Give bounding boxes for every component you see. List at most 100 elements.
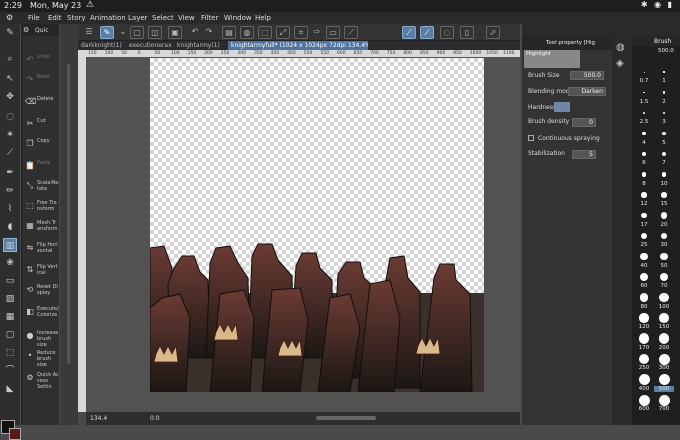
text-icon[interactable]: ◣ — [3, 382, 17, 396]
selection-icon[interactable]: ⬚ — [258, 26, 272, 39]
menu-layer[interactable]: Layer — [128, 14, 148, 22]
brush-size-dot[interactable] — [643, 71, 645, 73]
brush-size-dot[interactable] — [662, 91, 666, 94]
app-menu-icon[interactable]: ⚙ — [6, 13, 13, 22]
undo-button[interactable]: ↶ Undo — [23, 52, 59, 70]
eraser-icon[interactable]: ▭ — [3, 274, 17, 288]
new-icon[interactable]: ▢ — [130, 26, 144, 39]
cut-button[interactable]: ✂ Cut — [23, 116, 59, 134]
menu-select[interactable]: Select — [152, 14, 174, 22]
stabilization-field[interactable]: 5 — [572, 150, 596, 159]
blending-mode-select[interactable]: Darken — [568, 87, 606, 96]
brush-size-dot[interactable] — [659, 272, 669, 282]
execute-colorize-button[interactable]: ◧ Execute/ Colorize — [23, 304, 59, 322]
brush-density-field[interactable]: 0 — [572, 118, 596, 127]
brush-size-dot[interactable] — [638, 353, 650, 365]
hamburger-icon[interactable]: ☰ — [82, 26, 96, 39]
export-icon[interactable]: ⬀ — [486, 26, 500, 39]
crop-icon[interactable]: ⌗ — [294, 26, 308, 39]
zoom-icon[interactable]: ⌕ — [3, 52, 17, 66]
tab-darkknight[interactable]: darkknight(1) — [78, 41, 124, 50]
delete-button[interactable]: ⌫ Delete — [23, 94, 59, 112]
decoration-icon[interactable]: ❀ — [3, 256, 17, 270]
increase-brush-size-button[interactable]: ● Increase brush size — [23, 328, 59, 348]
reset-display-button[interactable]: ⟲ Reset Di splay — [23, 282, 59, 300]
brush-size-dot[interactable] — [639, 313, 649, 323]
save-icon[interactable]: ▣ — [168, 26, 182, 39]
brush-size-dot[interactable] — [640, 232, 648, 240]
magic-wand-icon[interactable]: ✶ — [3, 128, 17, 142]
brush-size-dot[interactable] — [638, 374, 650, 385]
eyedropper-icon[interactable]: ⟋ — [3, 146, 17, 160]
pen-icon[interactable]: ✒ — [3, 166, 17, 180]
brush-size-dot[interactable] — [660, 212, 668, 219]
arrow-right-icon[interactable]: ⇨ — [310, 26, 324, 39]
brush-size-field[interactable]: 500.0 — [570, 71, 604, 80]
redo-toolbar-icon[interactable]: ↷ — [202, 26, 216, 39]
brush-size-dot[interactable] — [639, 293, 649, 302]
tablet-icon[interactable]: ▯ — [460, 26, 474, 39]
transform-toolbar-icon[interactable]: ⤢ — [276, 26, 290, 39]
flip-horizontal-button[interactable]: ⇋ Flip Hori zontal — [23, 240, 59, 258]
lasso-icon[interactable]: ◌ — [3, 110, 17, 124]
horizontal-scrollbar[interactable] — [316, 416, 376, 420]
frame-icon[interactable]: ⬚ — [3, 346, 17, 360]
zoom-value[interactable]: 134.4 — [90, 415, 107, 422]
brush-size-dot[interactable] — [638, 394, 650, 406]
operation-icon[interactable]: ↖ — [3, 72, 17, 86]
ruler-icon[interactable]: ⌒ — [3, 364, 17, 378]
gradient-icon[interactable]: ▦ — [3, 310, 17, 324]
brush-size-dot[interactable] — [659, 313, 669, 323]
brush-size-dot[interactable] — [638, 333, 650, 344]
fill-icon[interactable]: ▨ — [3, 292, 17, 306]
flip-vertical-button[interactable]: ⇅ Flip Vert ical — [23, 262, 59, 280]
sub-color-swatch[interactable] — [9, 428, 21, 440]
hardness-slider[interactable] — [554, 102, 570, 112]
menu-file[interactable]: File — [28, 14, 40, 22]
tab-knightarmy[interactable]: knightarmy(1) — [174, 41, 226, 50]
brush-size-dot[interactable] — [658, 333, 670, 344]
brush-size-dot[interactable] — [641, 212, 647, 219]
stroke-mode-icon[interactable]: ⟋ — [402, 26, 416, 39]
brush-size-dot[interactable] — [643, 91, 645, 94]
brush-size-dot[interactable] — [663, 71, 665, 73]
pencil-icon[interactable]: ✏ — [3, 184, 17, 198]
settings-icon[interactable]: ⚙ — [23, 26, 29, 34]
brush-size-dot[interactable] — [659, 292, 669, 303]
layer-icon[interactable]: ▤ — [222, 26, 236, 39]
brush-size-dot[interactable] — [642, 131, 646, 136]
menu-filter[interactable]: Filter — [201, 14, 218, 22]
snap-icon[interactable]: ⟋ — [344, 26, 358, 39]
undo-toolbar-icon[interactable]: ↶ — [188, 26, 202, 39]
rotation-value[interactable]: 0.0 — [150, 415, 160, 422]
mesh-transform-button[interactable]: ▦ Mesh Tr ansform — [23, 218, 59, 236]
brush-size-dot[interactable] — [660, 252, 668, 261]
pen-tool-icon[interactable]: ✎ — [3, 26, 17, 40]
brush-size-dot[interactable] — [640, 273, 648, 281]
quick-access-settings-button[interactable]: ⚙ Quick Ac cess Settin — [23, 370, 59, 390]
free-transform-button[interactable]: ⬚ Free Tra nsform — [23, 198, 59, 216]
brush-size-dot[interactable] — [658, 353, 670, 365]
brush-size-dot[interactable] — [642, 111, 646, 115]
brush-size-dot[interactable] — [642, 152, 646, 156]
open-icon[interactable]: ◫ — [148, 26, 162, 39]
redo-button[interactable]: ↷ Redo — [23, 72, 59, 90]
blend-icon[interactable]: ◖ — [3, 220, 17, 234]
chevron-down-icon[interactable]: ⌄ — [116, 26, 130, 39]
menu-view[interactable]: View — [178, 14, 195, 22]
brush-size-dot[interactable] — [660, 232, 668, 240]
ruler-toolbar-icon[interactable]: ▭ — [326, 26, 340, 39]
airbrush-icon[interactable]: ▥ — [3, 238, 17, 252]
pen-mode-icon[interactable]: ✎ — [100, 26, 114, 39]
brush-size-dot[interactable] — [662, 111, 666, 115]
figure-icon[interactable]: ▢ — [3, 328, 17, 342]
move-layer-icon[interactable]: ✥ — [3, 90, 17, 104]
fill-toolbar-icon[interactable]: ◍ — [240, 26, 254, 39]
brush-size-dot[interactable] — [661, 192, 667, 198]
brush-size-dot[interactable] — [641, 172, 647, 177]
tab-knightarmyfull[interactable]: knightarmyfull* (1024 x 1024px 72dpi 134… — [228, 41, 368, 50]
brush-size-dot[interactable] — [662, 131, 666, 136]
brush-size-dot[interactable] — [661, 151, 667, 157]
menu-story[interactable]: Story — [67, 14, 86, 22]
menu-help[interactable]: Help — [255, 14, 271, 22]
